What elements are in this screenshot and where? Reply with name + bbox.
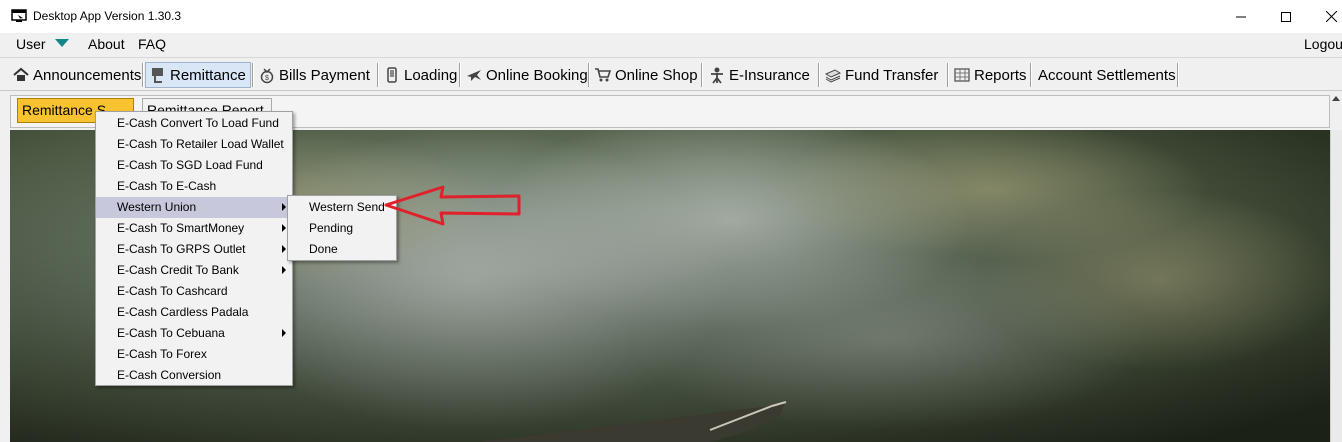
airplane-icon <box>467 70 481 81</box>
menu-item-label: E-Cash Convert To Load Fund <box>117 116 279 130</box>
menu-item-ecash-to-ecash[interactable]: E-Cash To E-Cash <box>96 176 292 197</box>
menu-item-label: E-Cash Credit To Bank <box>117 263 239 277</box>
tab-e-insurance[interactable]: E-Insurance <box>708 62 810 88</box>
home-icon <box>13 67 29 81</box>
menu-about[interactable]: About <box>88 36 125 52</box>
tab-remittance[interactable]: Remittance <box>145 62 251 88</box>
submenu-item-label: Western Send <box>309 200 385 214</box>
app-window-icon <box>11 9 27 22</box>
menu-item-label: E-Cash To Cebuana <box>117 326 225 340</box>
tab-divider <box>252 63 254 87</box>
menu-item-label: E-Cash To GRPS Outlet <box>117 242 246 256</box>
menu-item-ecash-retailer-load-wallet[interactable]: E-Cash To Retailer Load Wallet <box>96 134 292 155</box>
tab-label: Remittance <box>170 66 246 84</box>
tab-label: Loading <box>404 66 458 84</box>
close-icon <box>1325 11 1337 22</box>
title-bar: Desktop App Version 1.30.3 <box>0 0 1342 33</box>
red-arrow-annotation <box>384 185 521 226</box>
menu-item-ecash-smartmoney[interactable]: E-Cash To SmartMoney <box>96 218 292 239</box>
phone-icon <box>387 67 397 83</box>
tab-label: E-Insurance <box>729 66 810 84</box>
tab-online-shop[interactable]: Online Shop <box>594 62 698 88</box>
submenu-item-label: Pending <box>309 221 354 235</box>
menu-item-label: E-Cash To Forex <box>117 347 207 361</box>
maximize-button[interactable] <box>1263 0 1309 33</box>
scroll-up-icon[interactable] <box>1332 96 1340 101</box>
tab-label: Bills Payment <box>279 66 370 84</box>
menu-item-ecash-cashcard[interactable]: E-Cash To Cashcard <box>96 281 292 302</box>
module-tabs: Announcements Remittance $ Bills Payment… <box>0 60 1342 90</box>
minimize-icon <box>1236 16 1246 17</box>
tab-reports[interactable]: Reports <box>953 62 1027 88</box>
tab-divider <box>701 63 703 87</box>
menu-item-label: E-Cash To Retailer Load Wallet <box>117 137 284 151</box>
submenu-item-label: Done <box>309 242 338 256</box>
tab-divider <box>947 63 949 87</box>
tabbar-divider <box>0 90 1342 91</box>
tab-account-settlements[interactable]: Account Settlements <box>1038 62 1176 88</box>
minimize-button[interactable] <box>1218 0 1264 33</box>
menu-faq[interactable]: FAQ <box>138 36 166 52</box>
close-button[interactable] <box>1308 0 1342 33</box>
submenu-arrow-icon <box>282 329 286 337</box>
tab-label: Online Booking <box>486 66 588 84</box>
tab-divider <box>377 63 379 87</box>
menu-item-label: Western Union <box>117 200 197 214</box>
tab-divider <box>1177 63 1179 87</box>
tab-label: Online Shop <box>615 66 698 84</box>
menu-item-ecash-cardless-padala[interactable]: E-Cash Cardless Padala <box>96 302 292 323</box>
submenu-arrow-icon <box>282 203 286 211</box>
tab-divider <box>142 63 144 87</box>
submenu-arrow-icon <box>282 245 286 253</box>
menu-item-western-union[interactable]: Western Union <box>96 197 292 218</box>
menu-logout[interactable]: Logou <box>1304 36 1342 52</box>
insurance-icon <box>711 67 723 84</box>
menu-item-label: E-Cash To SGD Load Fund <box>117 158 263 172</box>
tab-divider <box>1030 63 1032 87</box>
tab-label: Fund Transfer <box>845 66 939 84</box>
tab-announcements[interactable]: Announcements <box>12 62 141 88</box>
window-title: Desktop App Version 1.30.3 <box>33 9 182 23</box>
menu-item-ecash-cebuana[interactable]: E-Cash To Cebuana <box>96 323 292 344</box>
menu-item-label: E-Cash Conversion <box>117 368 222 382</box>
menu-item-label: E-Cash To E-Cash <box>117 179 217 193</box>
tab-divider <box>818 63 820 87</box>
money-bag-icon: $ <box>260 68 274 84</box>
vertical-scrollbar[interactable] <box>1330 130 1342 442</box>
tab-label: Reports <box>974 66 1027 84</box>
submenu-item-done[interactable]: Done <box>288 239 396 260</box>
chevron-down-icon[interactable] <box>55 39 69 47</box>
tab-divider <box>459 63 461 87</box>
menu-item-label: E-Cash To Cashcard <box>117 284 228 298</box>
menu-item-ecash-sgd-load-fund[interactable]: E-Cash To SGD Load Fund <box>96 155 292 176</box>
money-stack-icon <box>824 69 842 83</box>
tab-bills-payment[interactable]: $ Bills Payment <box>258 62 370 88</box>
menubar-divider <box>0 57 1342 58</box>
maximize-icon <box>1281 11 1291 22</box>
menu-bar: User About FAQ Logou <box>0 33 1342 56</box>
menu-item-ecash-conversion[interactable]: E-Cash Conversion <box>96 365 292 386</box>
tab-label: Account Settlements <box>1038 66 1176 84</box>
menu-user[interactable]: User <box>16 36 46 52</box>
tab-label: Announcements <box>33 66 142 84</box>
menu-item-ecash-credit-bank[interactable]: E-Cash Credit To Bank <box>96 260 292 281</box>
menu-item-ecash-grps-outlet[interactable]: E-Cash To GRPS Outlet <box>96 239 292 260</box>
submenu-arrow-icon <box>282 224 286 232</box>
report-icon <box>954 68 970 82</box>
menu-item-ecash-forex[interactable]: E-Cash To Forex <box>96 344 292 365</box>
cart-icon <box>595 68 612 82</box>
tab-loading[interactable]: Loading <box>383 62 457 88</box>
remittance-menu: E-Cash Convert To Load Fund E-Cash To Re… <box>95 111 293 386</box>
tab-divider <box>588 63 590 87</box>
submenu-arrow-icon <box>282 266 286 274</box>
svg-text:$: $ <box>265 75 269 82</box>
menu-item-label: E-Cash To SmartMoney <box>117 221 245 235</box>
tab-fund-transfer[interactable]: Fund Transfer <box>824 62 938 88</box>
tab-online-booking[interactable]: Online Booking <box>465 62 588 88</box>
remittance-icon <box>152 68 163 83</box>
menu-item-label: E-Cash Cardless Padala <box>117 305 249 319</box>
menu-item-ecash-convert-load-fund[interactable]: E-Cash Convert To Load Fund <box>96 113 292 134</box>
